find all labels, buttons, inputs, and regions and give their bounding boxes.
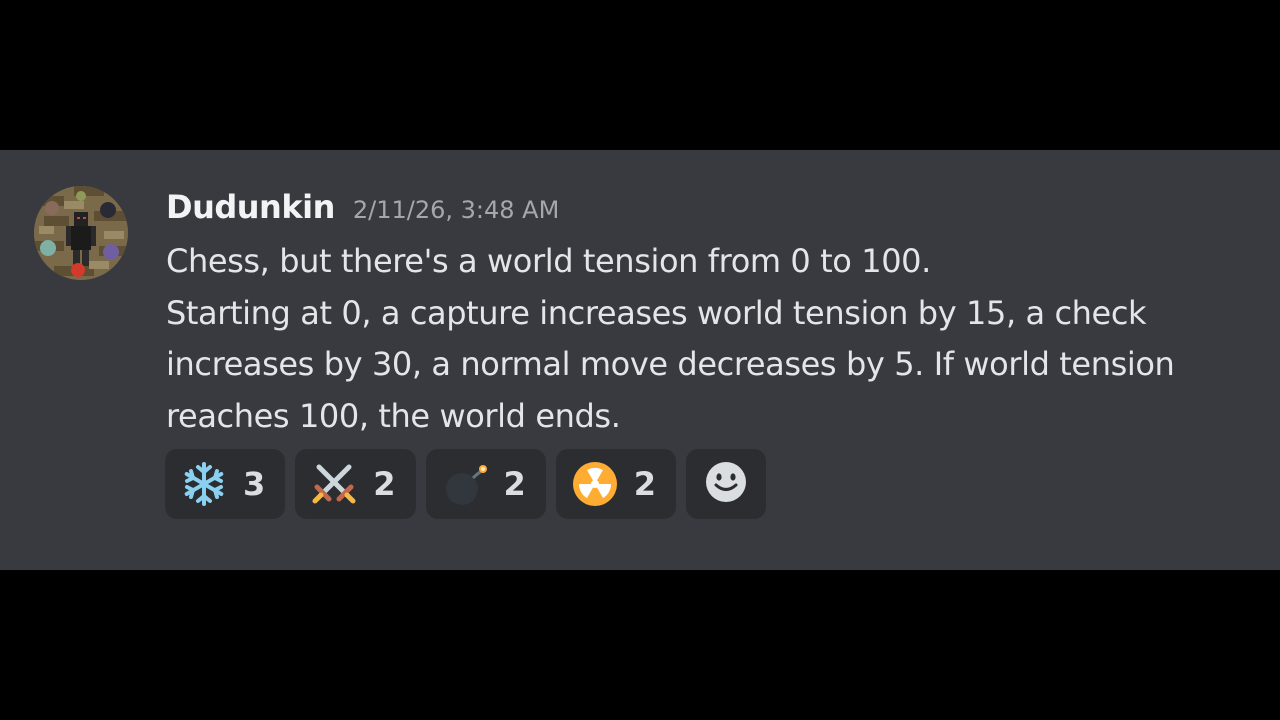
reaction-count: 3: [243, 465, 266, 503]
message-line: reaches 100, the world ends.: [166, 396, 621, 435]
message-header: Dudunkin 2/11/26, 3:48 AM: [166, 188, 559, 228]
message-line: Starting at 0, a capture increases world…: [166, 293, 1147, 332]
message-line: increases by 30, a normal move decreases…: [166, 345, 1175, 383]
avatar-image: [34, 186, 128, 280]
reaction-snowflake[interactable]: 3: [165, 449, 286, 519]
avatar[interactable]: [34, 186, 128, 280]
message-line: Chess, but there's a world tension from …: [166, 242, 931, 280]
timestamp[interactable]: 2/11/26, 3:48 AM: [353, 196, 559, 224]
reaction-count: 2: [503, 465, 526, 503]
reaction-bomb[interactable]: 2: [425, 449, 546, 519]
reaction-radioactive[interactable]: 2: [555, 449, 677, 519]
message-panel: Dudunkin 2/11/26, 3:48 AM Chess, but the…: [0, 150, 1280, 570]
reactions-bar: 3 2 2 2: [165, 449, 767, 519]
reaction-crossed-swords[interactable]: 2: [295, 449, 416, 519]
bomb-icon: [442, 461, 488, 507]
radioactive-icon: [572, 461, 618, 507]
smiley-add-reaction-icon: [705, 461, 747, 507]
reaction-count: 2: [633, 465, 657, 503]
reaction-count: 2: [373, 465, 396, 503]
add-reaction-button[interactable]: [686, 449, 767, 519]
message-content: Chess, but there's a world tension from …: [166, 236, 1246, 442]
snowflake-icon: [181, 461, 227, 507]
username[interactable]: Dudunkin: [166, 188, 335, 226]
crossed-swords-icon: [311, 461, 357, 507]
